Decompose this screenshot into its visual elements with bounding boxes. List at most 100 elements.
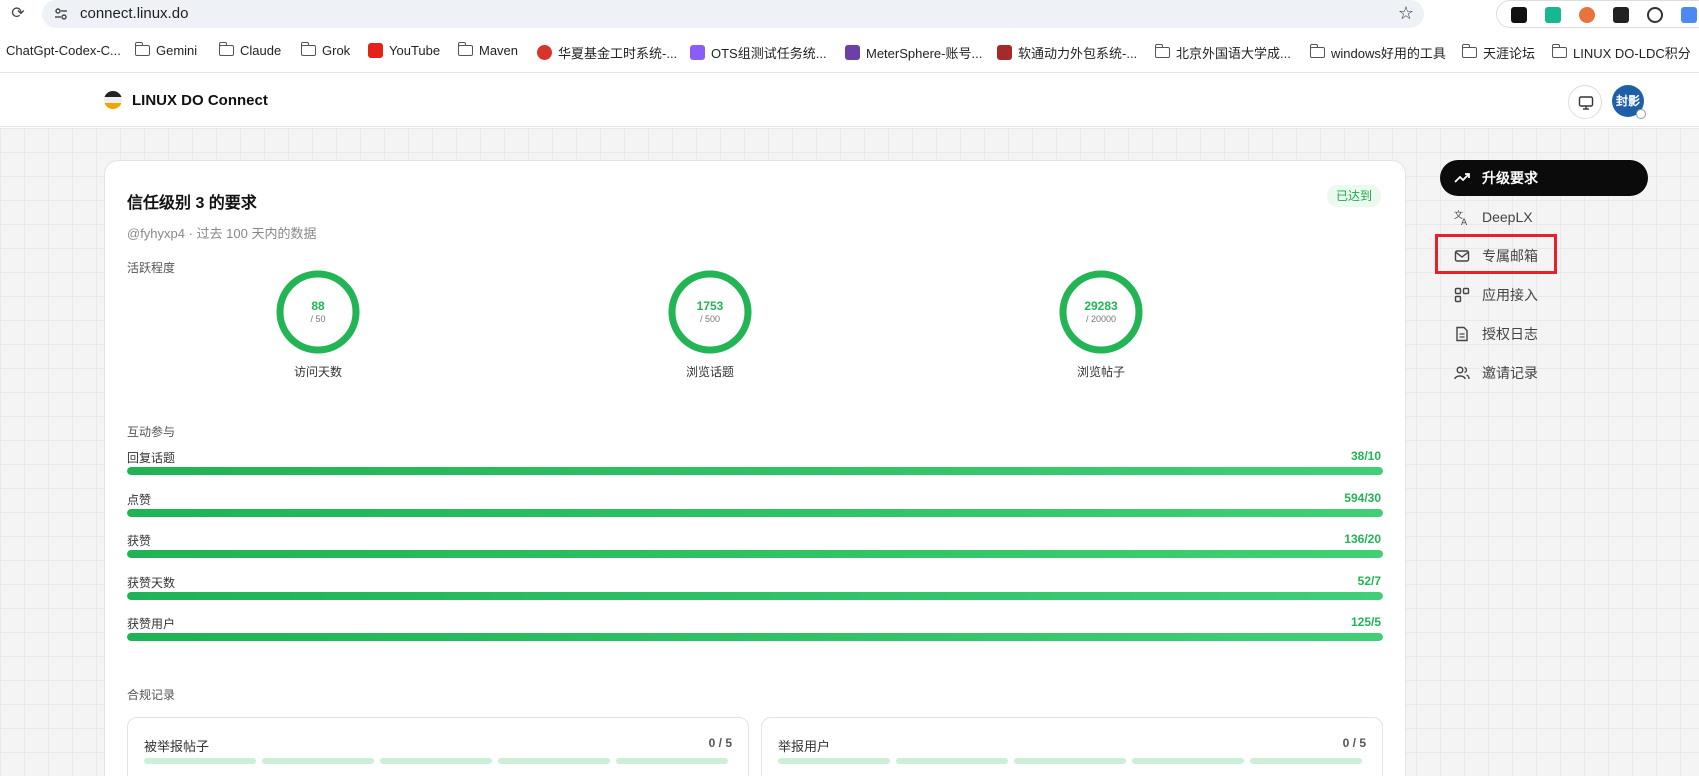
bookmark-item[interactable]: Grok bbox=[300, 42, 351, 58]
bookmark-item[interactable]: MeterSphere-账号... bbox=[845, 43, 982, 62]
url-text[interactable]: connect.linux.do bbox=[80, 5, 188, 22]
bookmark-label: Claude bbox=[240, 43, 282, 58]
theme-toggle-button[interactable] bbox=[1568, 85, 1602, 119]
compliance-segment bbox=[1250, 758, 1362, 764]
ring-max: / 20000 bbox=[1085, 314, 1117, 324]
bookmark-label: 天涯论坛 bbox=[1483, 46, 1536, 61]
card-title: 信任级别 3 的要求 bbox=[127, 195, 257, 212]
bookmark-label: 软通动力外包系统-... bbox=[1018, 46, 1138, 61]
site-favicon-icon bbox=[690, 45, 705, 60]
bookmark-item[interactable]: Gemini bbox=[134, 42, 197, 58]
brand-title[interactable]: LINUX DO Connect bbox=[132, 92, 268, 109]
folder-icon bbox=[134, 42, 150, 56]
folder-icon bbox=[218, 42, 234, 56]
folder-icon bbox=[300, 42, 316, 56]
sidebar-item[interactable]: 升级要求 bbox=[1440, 160, 1648, 196]
compliance-label: 被举报帖子 bbox=[144, 739, 210, 754]
bookmark-label: MeterSphere-账号... bbox=[866, 46, 983, 61]
compliance-segment bbox=[498, 758, 610, 764]
folder-icon bbox=[1551, 44, 1567, 58]
progress-value: 125/5 bbox=[1350, 615, 1381, 629]
bookmark-label: 北京外国语大学成... bbox=[1176, 46, 1291, 61]
sidebar-item[interactable]: 应用接入 bbox=[1440, 277, 1648, 313]
extensions-area bbox=[1496, 0, 1699, 28]
progress-label: 获赞天数 bbox=[127, 575, 176, 590]
progress-fill bbox=[127, 550, 1383, 558]
compliance-segment bbox=[778, 758, 890, 764]
bookmark-item[interactable]: YouTube bbox=[368, 43, 440, 58]
progress-fill bbox=[127, 508, 1383, 517]
compliance-segment bbox=[380, 758, 492, 764]
bookmark-item[interactable]: 华夏基金工时系统-... bbox=[537, 43, 677, 62]
progress-label: 获赞用户 bbox=[127, 617, 176, 631]
progress-fill bbox=[127, 591, 1383, 600]
folder-icon bbox=[1309, 44, 1325, 58]
bookmark-item[interactable]: Claude bbox=[218, 42, 282, 58]
progress-ring: 29283/ 20000 bbox=[1058, 269, 1144, 355]
site-favicon-icon bbox=[845, 45, 860, 60]
progress-bar bbox=[127, 591, 1383, 600]
compliance-segment bbox=[144, 758, 256, 764]
card-subtitle: @fyhyxp4 · 过去 100 天内的数据 bbox=[127, 226, 317, 241]
site-settings-icon[interactable] bbox=[54, 7, 68, 21]
svg-text:A: A bbox=[1461, 218, 1468, 225]
progress-bar bbox=[127, 467, 1383, 475]
bookmark-item[interactable]: Maven bbox=[457, 42, 519, 58]
extension-icon[interactable] bbox=[1579, 7, 1595, 23]
bookmark-item[interactable]: windows好用的工具 bbox=[1309, 43, 1446, 62]
status-badge: 已达到 bbox=[1326, 185, 1381, 207]
bookmark-label: OTS组测试任务统... bbox=[711, 46, 827, 61]
extension-icon[interactable] bbox=[1681, 7, 1697, 23]
bookmark-item[interactable]: 天涯论坛 bbox=[1461, 43, 1536, 62]
bookmark-item[interactable]: OTS组测试任务统... bbox=[690, 43, 827, 62]
extension-icon[interactable] bbox=[1511, 7, 1527, 23]
progress-fill bbox=[127, 467, 1383, 475]
bookmark-item[interactable]: 软通动力外包系统-... bbox=[997, 43, 1137, 62]
compliance-segment bbox=[262, 758, 374, 764]
sidebar-item-label: 授权日志 bbox=[1482, 326, 1538, 342]
ring-max: / 50 bbox=[310, 314, 326, 324]
bookmark-item[interactable]: 北京外国语大学成... bbox=[1154, 43, 1291, 62]
section-activity-label: 活跃程度 bbox=[127, 261, 176, 275]
ring-value: 1753 bbox=[696, 299, 724, 313]
bookmark-item[interactable]: LINUX DO-LDC积分 bbox=[1551, 43, 1691, 62]
apps-icon bbox=[1454, 287, 1470, 303]
extension-icon[interactable] bbox=[1613, 7, 1629, 23]
extension-icon[interactable] bbox=[1545, 7, 1561, 23]
users-icon bbox=[1454, 366, 1470, 380]
sidebar-item[interactable]: 文 A DeepLX bbox=[1440, 199, 1648, 235]
progress-value: 38/10 bbox=[1350, 449, 1381, 463]
ring-max: / 500 bbox=[699, 314, 721, 324]
bookmark-label: Grok bbox=[322, 43, 351, 58]
bookmark-label: LINUX DO-LDC积分 bbox=[1573, 46, 1691, 61]
highlight-box bbox=[1435, 234, 1557, 274]
compliance-value: 0 / 5 bbox=[708, 736, 732, 750]
ring-label: 浏览话题 bbox=[685, 365, 734, 379]
bookmark-label: windows好用的工具 bbox=[1331, 46, 1446, 61]
sidebar-item[interactable]: 授权日志 bbox=[1440, 316, 1648, 352]
bookmark-label: 华夏基金工时系统-... bbox=[558, 46, 678, 61]
progress-label: 获赞 bbox=[127, 534, 152, 548]
bookmark-label: Maven bbox=[479, 43, 519, 58]
ring-label: 访问天数 bbox=[293, 365, 342, 379]
compliance-segment bbox=[1132, 758, 1244, 764]
bookmark-item[interactable]: ChatGpt-Codex-C... bbox=[6, 43, 121, 58]
progress-value: 136/20 bbox=[1344, 532, 1381, 546]
progress-value: 52/7 bbox=[1357, 573, 1381, 588]
trending-up-icon bbox=[1454, 173, 1470, 183]
bookmark-star-icon[interactable]: ☆ bbox=[1398, 3, 1414, 24]
compliance-value: 0 / 5 bbox=[1342, 736, 1366, 750]
progress-label: 回复话题 bbox=[127, 451, 176, 465]
sidebar-item-label: 邀请记录 bbox=[1482, 365, 1538, 381]
linuxdo-logo-icon bbox=[104, 91, 122, 109]
bookmark-label: ChatGpt-Codex-C... bbox=[6, 43, 121, 58]
translate-icon: 文A bbox=[1454, 209, 1468, 225]
extension-icon[interactable] bbox=[1647, 7, 1663, 23]
compliance-segment bbox=[896, 758, 1008, 764]
folder-icon bbox=[1461, 44, 1477, 58]
folder-icon bbox=[1154, 44, 1170, 58]
reload-icon[interactable]: ⟳ bbox=[8, 4, 28, 24]
ring-value: 29283 bbox=[1084, 299, 1118, 313]
sidebar-item[interactable]: 邀请记录 bbox=[1440, 355, 1648, 391]
url-box[interactable]: connect.linux.do ☆ bbox=[42, 0, 1424, 28]
